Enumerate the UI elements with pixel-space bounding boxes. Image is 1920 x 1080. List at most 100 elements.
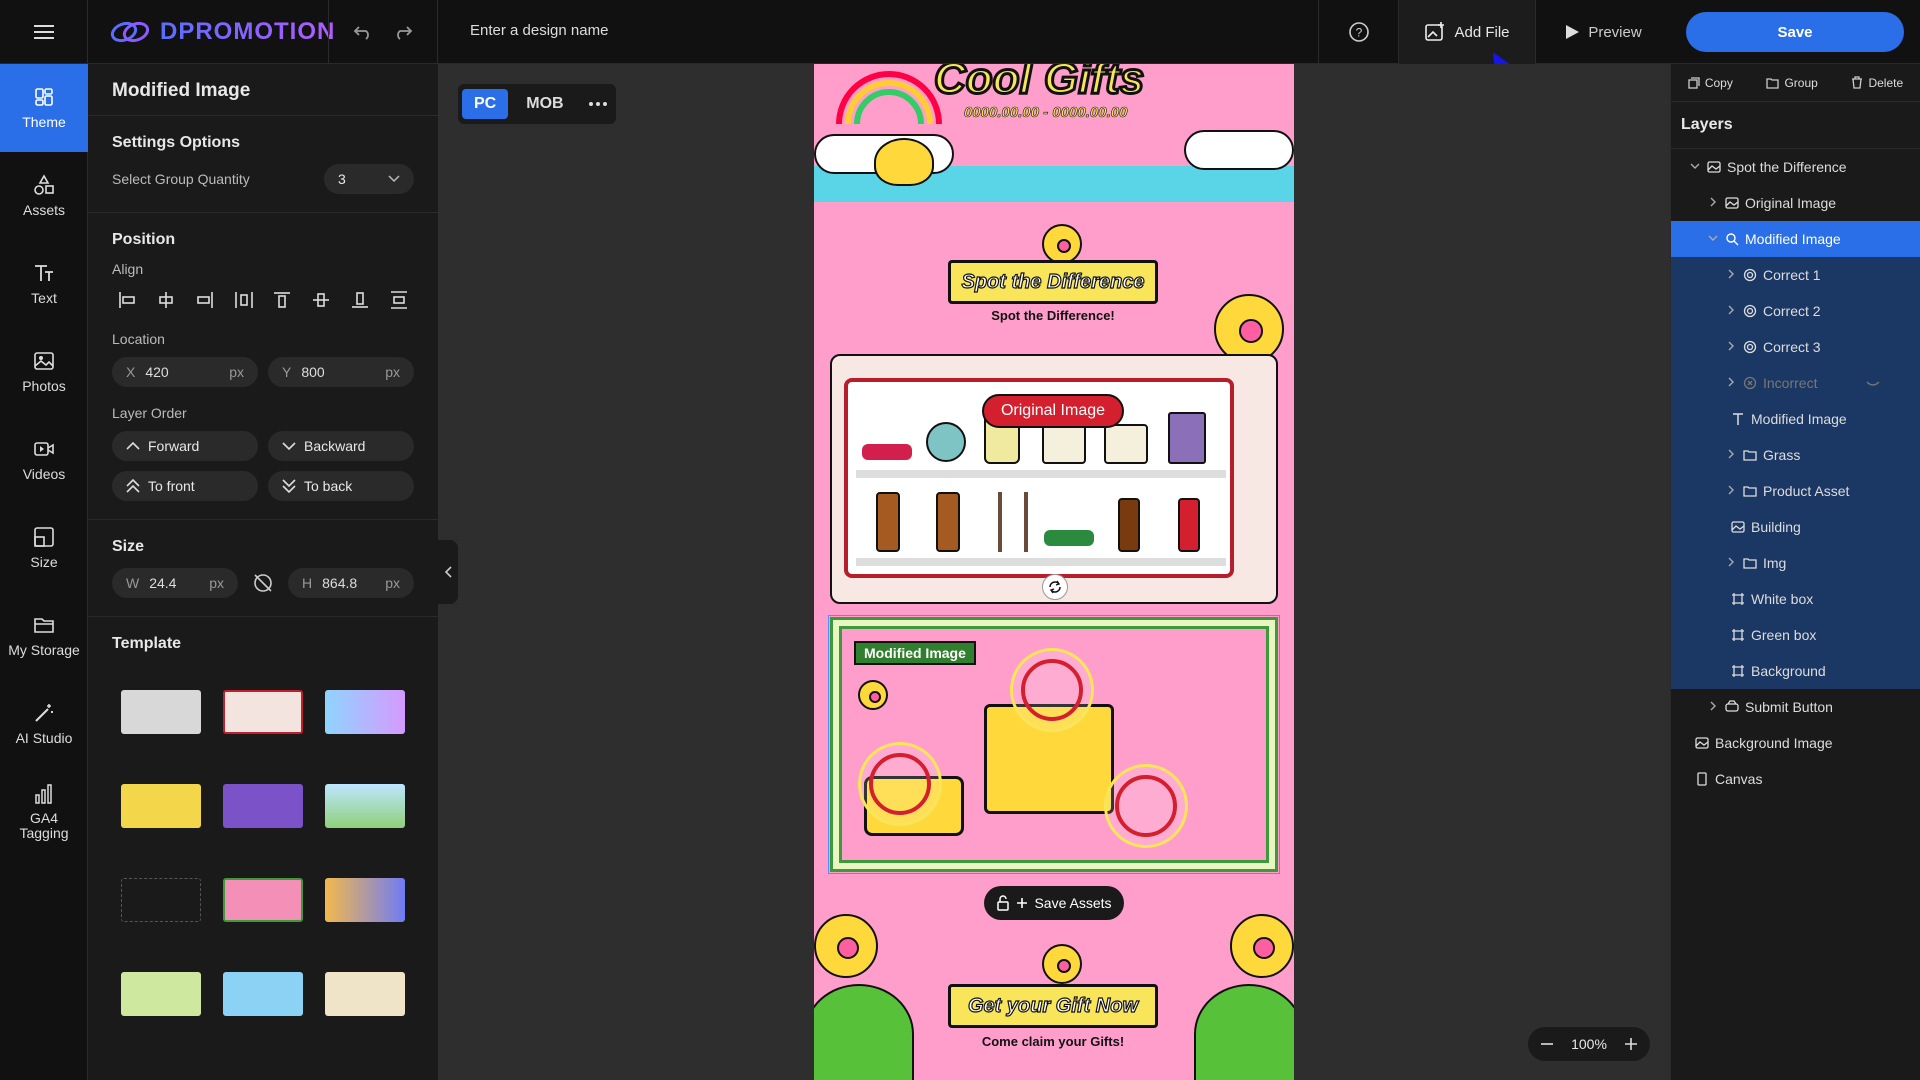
- layer-item[interactable]: Product Asset: [1671, 473, 1920, 509]
- nav-assets[interactable]: Assets: [0, 152, 88, 240]
- help-button[interactable]: ?: [1318, 0, 1398, 64]
- layer-item[interactable]: Canvas: [1671, 761, 1920, 797]
- nav-text[interactable]: Text: [0, 240, 88, 328]
- layer-item[interactable]: Correct 3: [1671, 329, 1920, 365]
- y-input[interactable]: Y 800 px: [268, 357, 414, 387]
- to-front-button[interactable]: To front: [112, 471, 258, 501]
- layer-item[interactable]: Green box: [1671, 617, 1920, 653]
- layer-item[interactable]: Img: [1671, 545, 1920, 581]
- distribute-v-icon[interactable]: [386, 287, 412, 313]
- nav-videos[interactable]: Videos: [0, 416, 88, 504]
- layer-item[interactable]: Building: [1671, 509, 1920, 545]
- chevron-down-icon[interactable]: [1707, 233, 1719, 245]
- rotate-handle[interactable]: [1042, 574, 1068, 600]
- align-top-icon[interactable]: [269, 287, 295, 313]
- layer-item[interactable]: Correct 1: [1671, 257, 1920, 293]
- redo-icon[interactable]: [393, 24, 413, 40]
- menu-button[interactable]: [0, 0, 88, 64]
- device-mob-button[interactable]: MOB: [514, 89, 575, 119]
- product-mug: [1104, 424, 1148, 464]
- forward-button[interactable]: Forward: [112, 431, 258, 461]
- chevron-right-icon[interactable]: [1725, 449, 1737, 462]
- nav-photos[interactable]: Photos: [0, 328, 88, 416]
- chevron-down-icon[interactable]: [1689, 161, 1701, 173]
- layer-item[interactable]: Modified Image: [1671, 221, 1920, 257]
- more-icon[interactable]: [588, 101, 608, 107]
- collapse-panel-button[interactable]: [438, 540, 458, 604]
- template-thumbnail[interactable]: [324, 953, 406, 1035]
- chevron-right-icon[interactable]: [1725, 341, 1737, 354]
- template-thumbnail[interactable]: [120, 859, 202, 941]
- zoom-in-icon[interactable]: [1624, 1037, 1638, 1051]
- layer-item[interactable]: Correct 2: [1671, 293, 1920, 329]
- layer-item[interactable]: Background: [1671, 653, 1920, 689]
- save-button[interactable]: Save: [1686, 12, 1904, 52]
- photos-icon: [34, 352, 54, 370]
- template-thumbnail[interactable]: [324, 671, 406, 753]
- chevron-right-icon[interactable]: [1725, 557, 1737, 570]
- template-thumbnail[interactable]: [222, 953, 304, 1035]
- nav-ga4-tagging[interactable]: GA4 Tagging: [0, 768, 88, 856]
- layer-item[interactable]: White box: [1671, 581, 1920, 617]
- preview-button[interactable]: Preview: [1535, 0, 1670, 64]
- nav-label: Size: [30, 554, 58, 570]
- template-thumbnail[interactable]: [324, 859, 406, 941]
- hidden-eye-icon[interactable]: [1866, 375, 1880, 391]
- nav-my-storage[interactable]: My Storage: [0, 592, 88, 680]
- delete-button[interactable]: Delete: [1851, 76, 1903, 90]
- design-name-input[interactable]: Enter a design name: [470, 22, 608, 39]
- nav-ai-studio[interactable]: AI Studio: [0, 680, 88, 768]
- correct-spot-2[interactable]: [858, 742, 942, 826]
- align-left-icon[interactable]: [114, 287, 140, 313]
- template-thumbnail[interactable]: [120, 671, 202, 753]
- chevron-right-icon[interactable]: [1725, 305, 1737, 318]
- template-thumbnail[interactable]: [222, 671, 304, 753]
- template-thumbnail[interactable]: [222, 859, 304, 941]
- template-thumbnail[interactable]: [324, 765, 406, 847]
- align-center-h-icon[interactable]: [153, 287, 179, 313]
- width-input[interactable]: W 24.4 px: [112, 568, 238, 598]
- template-thumbnail[interactable]: [120, 953, 202, 1035]
- group-qty-select[interactable]: 3: [324, 164, 414, 194]
- undo-icon[interactable]: [353, 24, 373, 40]
- nav-label: Text: [31, 290, 57, 306]
- chevron-right-icon[interactable]: [1725, 377, 1737, 390]
- layer-item[interactable]: Spot the Difference: [1671, 149, 1920, 185]
- chevron-right-icon[interactable]: [1725, 485, 1737, 498]
- x-input[interactable]: X 420 px: [112, 357, 258, 387]
- layer-item[interactable]: Submit Button: [1671, 689, 1920, 725]
- copy-button[interactable]: Copy: [1688, 76, 1733, 90]
- zoom-out-icon[interactable]: [1540, 1037, 1554, 1051]
- design-artboard[interactable]: Cool Gifts 0000.00.00 - 0000.00.00 Spot …: [814, 64, 1294, 1080]
- template-thumbnail[interactable]: [120, 765, 202, 847]
- device-pc-button[interactable]: PC: [462, 89, 509, 119]
- shelf-line: [856, 558, 1226, 566]
- group-button[interactable]: Group: [1766, 76, 1818, 90]
- layer-item[interactable]: Background Image: [1671, 725, 1920, 761]
- layer-item[interactable]: Incorrect: [1671, 365, 1920, 401]
- layer-item[interactable]: Grass: [1671, 437, 1920, 473]
- product-bottle: [876, 492, 900, 552]
- layer-item[interactable]: Original Image: [1671, 185, 1920, 221]
- align-right-icon[interactable]: [192, 287, 218, 313]
- event-dates: 0000.00.00 - 0000.00.00: [964, 104, 1128, 122]
- unlink-icon[interactable]: [251, 571, 275, 595]
- chevron-right-icon[interactable]: [1707, 701, 1719, 714]
- align-bottom-icon[interactable]: [347, 287, 373, 313]
- height-input[interactable]: H 864.8 px: [288, 568, 414, 598]
- correct-spot-1[interactable]: [1010, 648, 1094, 732]
- to-back-button[interactable]: To back: [268, 471, 414, 501]
- chevron-right-icon[interactable]: [1707, 197, 1719, 210]
- distribute-h-icon[interactable]: [231, 287, 257, 313]
- backward-label: Backward: [304, 438, 366, 454]
- align-center-v-icon[interactable]: [308, 287, 334, 313]
- chevron-right-icon[interactable]: [1725, 269, 1737, 282]
- backward-button[interactable]: Backward: [268, 431, 414, 461]
- nav-theme[interactable]: Theme: [0, 64, 88, 152]
- save-assets-button[interactable]: Save Assets: [984, 886, 1124, 920]
- nav-size[interactable]: Size: [0, 504, 88, 592]
- flower-decoration: [1042, 944, 1082, 984]
- correct-spot-3[interactable]: [1104, 764, 1188, 848]
- layer-item[interactable]: Modified Image: [1671, 401, 1920, 437]
- template-thumbnail[interactable]: [222, 765, 304, 847]
